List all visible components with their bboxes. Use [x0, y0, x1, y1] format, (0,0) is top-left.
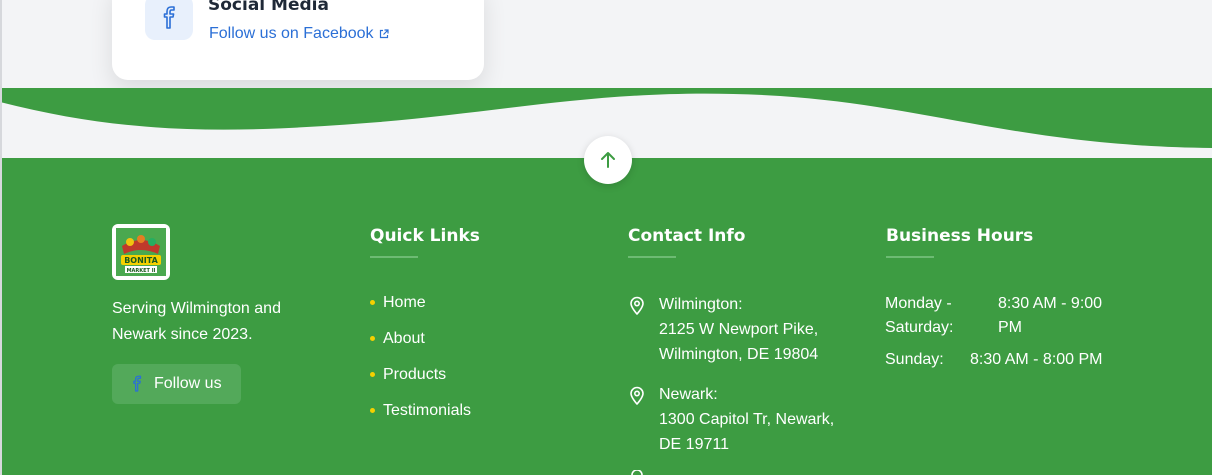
- quick-link-label: Products: [383, 366, 447, 383]
- location-name: Wilmington:: [659, 296, 743, 313]
- map-pin-icon: [631, 470, 643, 475]
- quick-link-label: About: [383, 330, 425, 347]
- business-hours-title: Business Hours: [886, 226, 1034, 246]
- hours-time: 8:30 AM - 9:00 PM: [998, 295, 1103, 336]
- quick-link-about[interactable]: About: [370, 327, 471, 363]
- map-pin-icon: [630, 386, 644, 406]
- logo-text: BONITA: [124, 256, 158, 265]
- quick-links-underline: [370, 256, 418, 258]
- brand-tagline: Serving Wilmington and Newark since 2023…: [112, 300, 281, 343]
- address-line-2: DE 19711: [659, 436, 729, 453]
- bullet-dot: [370, 300, 375, 305]
- hours-time: 8:30 AM - 8:00 PM: [970, 351, 1103, 368]
- social-media-title: Social Media: [208, 0, 329, 15]
- bullet-dot: [370, 408, 375, 413]
- business-hours-underline: [886, 256, 934, 258]
- location-name: Newark:: [659, 386, 718, 403]
- follow-us-label: Follow us: [154, 375, 222, 392]
- quick-links-list: Home About Products Testimonials: [370, 291, 471, 435]
- facebook-link-label: Follow us on Facebook: [209, 25, 374, 42]
- logo-subtext: MARKET II: [127, 268, 156, 274]
- hours-days: Sunday:: [885, 351, 944, 368]
- follow-us-button[interactable]: Follow us: [112, 364, 241, 404]
- facebook-icon: [145, 0, 193, 40]
- contact-info-underline: [628, 256, 676, 258]
- bullet-dot: [370, 336, 375, 341]
- hours-days: Monday - Saturday:: [885, 295, 954, 336]
- quick-link-products[interactable]: Products: [370, 363, 471, 399]
- quick-link-label: Home: [383, 294, 426, 311]
- contact-info-title: Contact Info: [628, 226, 746, 246]
- quick-link-label: Testimonials: [383, 402, 472, 419]
- quick-link-testimonials[interactable]: Testimonials: [370, 399, 471, 435]
- social-media-card: Social Media Follow us on Facebook: [112, 0, 484, 80]
- map-pin-icon: [630, 296, 644, 316]
- arrow-up-icon: [601, 152, 615, 168]
- page-left-border: [0, 0, 2, 475]
- address-line-1: 2125 W Newport Pike,: [659, 321, 819, 338]
- bullet-dot: [370, 372, 375, 377]
- quick-links-title: Quick Links: [370, 226, 480, 246]
- facebook-icon: [133, 375, 142, 392]
- address-line-2: Wilmington, DE 19804: [659, 346, 819, 363]
- address-line-1: 1300 Capitol Tr, Newark,: [659, 411, 835, 428]
- facebook-link[interactable]: Follow us on Facebook: [209, 25, 389, 43]
- quick-link-home[interactable]: Home: [370, 291, 471, 327]
- scroll-to-top-button[interactable]: [584, 136, 632, 184]
- brand-logo[interactable]: BONITA MARKET II: [112, 224, 170, 280]
- external-link-icon: [379, 29, 389, 39]
